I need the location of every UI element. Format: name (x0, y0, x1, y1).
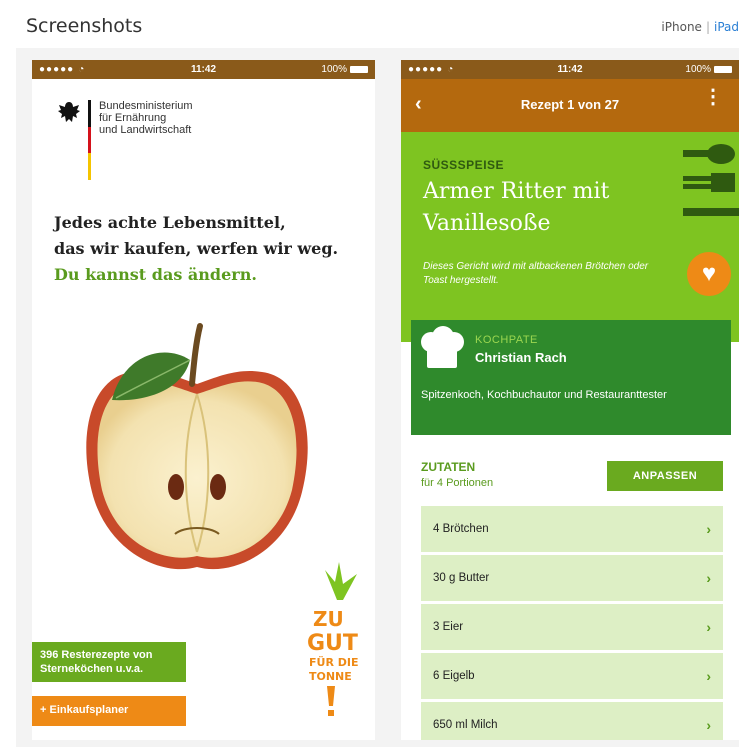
list-item[interactable]: 30 g Butter › (421, 555, 723, 601)
ministry-name: Bundesministerium für Ernährung und Land… (99, 100, 193, 136)
einkaufsplaner-button[interactable]: + Einkaufsplaner (32, 696, 186, 726)
more-options-icon[interactable]: ⋮ (703, 87, 723, 107)
status-bar: ●●●●● ◔ 11:42 100% (32, 60, 375, 79)
section-title: Screenshots (26, 15, 143, 37)
list-item[interactable]: 3 Eier › (421, 604, 723, 650)
kochpate-bio: Spitzenkoch, Kochbuchautor und Restauran… (421, 389, 667, 401)
cutlery-icon (683, 144, 739, 216)
eagle-icon (58, 102, 80, 122)
german-flag-bar (88, 100, 91, 181)
svg-text:ZU: ZU (313, 607, 344, 631)
favorite-heart-icon[interactable]: ♥ (687, 252, 731, 296)
list-item[interactable]: 4 Brötchen › (421, 506, 723, 552)
screenshot-1[interactable]: ●●●●● ◔ 11:42 100% Bundesministerium für… (32, 60, 375, 740)
zu-gut-fuer-die-tonne-logo: ZU GUT FÜR DIE TONNE (307, 562, 358, 716)
portions-label: für 4 Portionen (421, 477, 494, 489)
list-item[interactable]: 6 Eigelb › (421, 653, 723, 699)
nav-bar: ‹ Rezept 1 von 27 ⋮ (401, 79, 739, 132)
ipad-tab[interactable]: iPad (714, 20, 739, 34)
device-separator: | (705, 20, 710, 34)
chevron-right-icon: › (706, 570, 711, 586)
recipe-description: Dieses Gericht wird mit altbackenen Bröt… (423, 261, 649, 286)
device-switch: iPhone | iPad (661, 20, 739, 34)
status-time: 11:42 (557, 64, 583, 75)
recipe-title: Armer Ritter mit Vanillesoße (423, 179, 610, 236)
list-item[interactable]: 650 ml Milch › (421, 702, 723, 740)
chef-hat-icon (421, 326, 464, 368)
ingredients-heading: ZUTATEN (421, 460, 476, 474)
kochpate-name: Christian Rach (475, 350, 567, 365)
status-time: 11:42 (190, 64, 217, 75)
resterezepte-button[interactable]: 396 Resterezepte von Sterneköchen u.v.a. (32, 642, 186, 682)
campaign-headline: Jedes achte Lebensmittel, das wir kaufen… (54, 213, 339, 284)
svg-text:TONNE: TONNE (309, 670, 352, 683)
ingredient-list: 4 Brötchen › 30 g Butter › 3 Eier › 6 Ei… (421, 506, 723, 740)
chevron-right-icon: › (706, 717, 711, 733)
chevron-right-icon: › (706, 668, 711, 684)
svg-text:GUT: GUT (307, 631, 358, 656)
svg-text:FÜR DIE: FÜR DIE (309, 655, 358, 669)
kochpate-box: KOCHPATE Christian Rach Spitzenkoch, Koc… (411, 320, 731, 435)
status-bar: ●●●●● ◔ 11:42 100% (401, 60, 739, 79)
recipe-category: SÜSSSPEISE (423, 158, 505, 172)
nav-title: Rezept 1 von 27 (520, 97, 620, 112)
iphone-tab[interactable]: iPhone (661, 20, 702, 34)
chevron-right-icon: › (706, 521, 711, 537)
adjust-portions-button[interactable]: ANPASSEN (607, 461, 723, 491)
chevron-right-icon: › (706, 619, 711, 635)
apple-illustration (86, 323, 308, 570)
ministry-logo: Bundesministerium für Ernährung und Land… (56, 100, 193, 181)
screenshot-2[interactable]: ●●●●● ◔ 11:42 100% ‹ Rezept 1 von 27 ⋮ S… (401, 60, 739, 740)
kochpate-label: KOCHPATE (475, 334, 538, 346)
recipe-header: SÜSSSPEISE Armer Ritter mit Vanillesoße … (401, 132, 739, 342)
